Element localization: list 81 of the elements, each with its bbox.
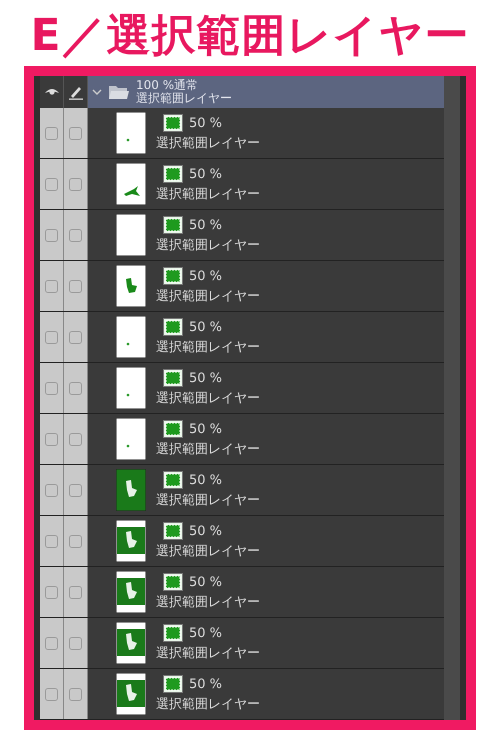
layer-name: 選択範囲レイヤー: [156, 288, 260, 305]
pencil-icon: [68, 84, 84, 100]
layer-name: 選択範囲レイヤー: [156, 186, 260, 203]
visibility-checkbox[interactable]: [45, 228, 58, 242]
edit-checkbox[interactable]: [69, 382, 82, 394]
layer-opacity: 50 %: [189, 574, 222, 590]
layer-opacity: 50 %: [189, 116, 222, 130]
visibility-checkbox[interactable]: [45, 484, 58, 496]
visibility-checkbox[interactable]: [45, 126, 58, 140]
selection-layer-icon: [163, 573, 183, 591]
selection-layer-icon: [163, 318, 183, 336]
edit-checkbox[interactable]: [69, 126, 82, 140]
layer-thumbnail: [116, 367, 146, 409]
layer-thumbnail: [116, 112, 146, 154]
visibility-checkbox[interactable]: [45, 178, 58, 190]
layer-opacity: 50 %: [189, 268, 222, 284]
edit-checkbox[interactable]: [69, 330, 82, 344]
layer-thumbnail: [116, 622, 146, 664]
layer-opacity: 50 %: [189, 422, 222, 436]
selection-layer-icon: [163, 624, 183, 642]
layer-opacity: 50 %: [189, 166, 222, 182]
selection-layer-icon: [163, 420, 183, 438]
selection-layer-icon: [163, 114, 183, 132]
layer-name: 選択範囲レイヤー: [156, 645, 260, 662]
visibility-checkbox[interactable]: [45, 330, 58, 344]
folder-row[interactable]: 100 %通常 選択範囲レイヤー: [88, 76, 444, 108]
layer-name: 選択範囲レイヤー: [156, 135, 260, 152]
folder-icon: [108, 84, 130, 100]
edit-checkbox[interactable]: [69, 586, 82, 598]
layer-opacity: 50 %: [189, 370, 222, 386]
layer-name: 選択範囲レイヤー: [156, 594, 260, 611]
page-title: E／選択範囲レイヤー: [30, 10, 470, 62]
visibility-checkbox[interactable]: [45, 432, 58, 446]
scrollbar-track[interactable]: [444, 76, 460, 720]
edit-checkbox[interactable]: [69, 280, 82, 292]
layer-opacity: 50 %: [189, 320, 222, 334]
folder-name: 選択範囲レイヤー: [136, 92, 232, 105]
layer-thumbnail: [116, 163, 146, 205]
layer-name: 選択範囲レイヤー: [156, 492, 260, 509]
selection-layer-icon: [163, 522, 183, 540]
selection-layer-icon: [163, 471, 183, 489]
layer-name: 選択範囲レイヤー: [156, 696, 260, 713]
layer-thumbnail: [116, 418, 146, 460]
layer-thumbnail: [116, 265, 146, 307]
selection-layer-icon: [163, 165, 183, 183]
visibility-checkbox[interactable]: [45, 636, 58, 650]
layer-thumbnail: [116, 469, 146, 511]
eye-icon: [44, 87, 60, 97]
selection-layer-icon: [163, 216, 183, 234]
edit-checkbox[interactable]: [69, 534, 82, 548]
layer-opacity: 50 %: [189, 218, 222, 232]
layer-opacity: 50 %: [189, 676, 222, 692]
selection-layer-icon: [163, 675, 183, 693]
visibility-checkbox[interactable]: [45, 534, 58, 548]
layer-name: 選択範囲レイヤー: [156, 237, 260, 254]
edit-checkbox[interactable]: [69, 484, 82, 496]
layer-opacity: 50 %: [189, 524, 222, 538]
layer-thumbnail: [116, 520, 146, 562]
edit-checkbox[interactable]: [69, 636, 82, 650]
chevron-icon[interactable]: [92, 88, 102, 96]
layer-opacity: 50 %: [189, 472, 222, 488]
layer-name: 選択範囲レイヤー: [156, 441, 260, 458]
layer-thumbnail: [116, 214, 146, 256]
visibility-checkbox[interactable]: [45, 586, 58, 598]
layer-name: 選択範囲レイヤー: [156, 390, 260, 407]
edit-checkbox[interactable]: [69, 688, 82, 700]
visibility-checkbox[interactable]: [45, 382, 58, 394]
layer-thumbnail: [116, 316, 146, 358]
selection-layer-icon: [163, 267, 183, 285]
layer-name: 選択範囲レイヤー: [156, 543, 260, 560]
visibility-checkbox[interactable]: [45, 688, 58, 700]
edit-checkbox[interactable]: [69, 228, 82, 242]
layer-name: 選択範囲レイヤー: [156, 339, 260, 356]
layer-thumbnail: [116, 673, 146, 715]
folder-blend-mode: 100 %通常: [136, 79, 200, 92]
visibility-checkbox[interactable]: [45, 280, 58, 292]
layer-opacity: 50 %: [189, 626, 222, 640]
edit-checkbox[interactable]: [69, 178, 82, 190]
layer-thumbnail: [116, 571, 146, 613]
edit-checkbox[interactable]: [69, 432, 82, 446]
selection-layer-icon: [163, 369, 183, 387]
